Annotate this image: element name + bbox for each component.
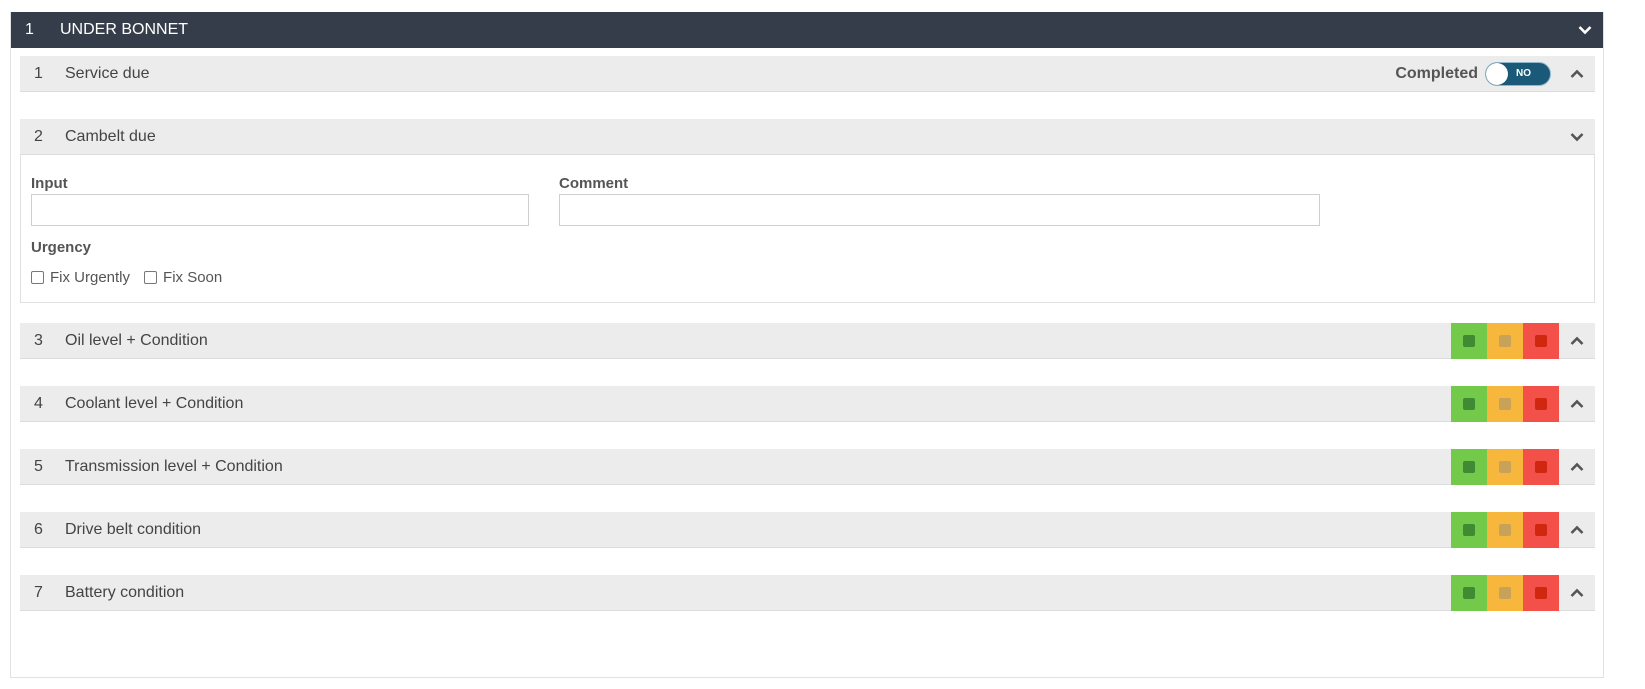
input-label: Input — [31, 175, 68, 192]
rag-status-buttons — [1451, 574, 1559, 611]
square-icon — [1535, 334, 1547, 347]
status-red-button[interactable] — [1523, 448, 1559, 485]
square-icon — [1499, 334, 1511, 347]
item-label: Battery condition — [65, 583, 185, 601]
status-amber-button[interactable] — [1487, 511, 1523, 548]
rag-status-buttons — [1451, 322, 1559, 359]
fix-urgently-checkbox[interactable] — [31, 271, 44, 284]
square-icon — [1463, 586, 1475, 599]
item-label: Cambelt due — [65, 127, 156, 145]
item-header[interactable]: 4 Coolant level + Condition — [20, 385, 1595, 422]
fix-soon-option[interactable]: Fix Soon — [144, 269, 222, 286]
chevron-up-icon[interactable] — [1559, 323, 1595, 359]
status-red-button[interactable] — [1523, 322, 1559, 359]
item-header[interactable]: 6 Drive belt condition — [20, 511, 1595, 548]
status-red-button[interactable] — [1523, 574, 1559, 611]
comment-field[interactable] — [559, 194, 1320, 226]
square-icon — [1463, 334, 1475, 347]
square-icon — [1499, 523, 1511, 536]
square-icon — [1463, 460, 1475, 473]
status-green-button[interactable] — [1451, 385, 1487, 422]
item-label: Drive belt condition — [65, 520, 202, 538]
item-label: Coolant level + Condition — [65, 394, 244, 412]
input-field[interactable] — [31, 194, 529, 226]
square-icon — [1499, 460, 1511, 473]
checklist-item-service-due: 1 Service due Completed NO — [20, 56, 1595, 92]
checklist-item-cambelt-due: 2 Cambelt due Input Comment Urgency Fix … — [20, 119, 1595, 303]
status-green-button[interactable] — [1451, 448, 1487, 485]
item-header[interactable]: 3 Oil level + Condition — [20, 322, 1595, 359]
item-number: 6 — [34, 520, 43, 538]
chevron-up-icon[interactable] — [1559, 512, 1595, 548]
chevron-up-icon[interactable] — [1559, 56, 1595, 92]
item-number: 5 — [34, 457, 43, 475]
chevron-down-icon[interactable] — [1567, 12, 1603, 48]
checklist-item-transmission-level: 5 Transmission level + Condition — [20, 448, 1595, 485]
item-header[interactable]: 7 Battery condition — [20, 574, 1595, 611]
item-header[interactable]: 1 Service due Completed NO — [20, 56, 1595, 92]
status-amber-button[interactable] — [1487, 574, 1523, 611]
chevron-up-icon[interactable] — [1559, 386, 1595, 422]
square-icon — [1463, 523, 1475, 536]
status-green-button[interactable] — [1451, 574, 1487, 611]
square-icon — [1535, 586, 1547, 599]
section-header[interactable]: 1 UNDER BONNET — [11, 12, 1603, 48]
comment-label: Comment — [559, 175, 629, 192]
chevron-up-icon[interactable] — [1559, 575, 1595, 611]
square-icon — [1499, 397, 1511, 410]
urgency-label: Urgency — [31, 239, 92, 256]
section-title: UNDER BONNET — [60, 21, 189, 38]
checklist-item-oil-level: 3 Oil level + Condition — [20, 322, 1595, 359]
fix-soon-label: Fix Soon — [163, 269, 223, 286]
checklist-item-coolant-level: 4 Coolant level + Condition — [20, 385, 1595, 422]
item-header[interactable]: 5 Transmission level + Condition — [20, 448, 1595, 485]
status-amber-button[interactable] — [1487, 385, 1523, 422]
square-icon — [1535, 397, 1547, 410]
square-icon — [1535, 460, 1547, 473]
item-label: Transmission level + Condition — [65, 457, 283, 475]
item-label: Service due — [65, 64, 150, 82]
fix-urgently-label: Fix Urgently — [50, 269, 131, 286]
toggle-text: NO — [1516, 68, 1531, 79]
square-icon — [1463, 397, 1475, 410]
checklist-item-drive-belt: 6 Drive belt condition — [20, 511, 1595, 548]
chevron-up-icon[interactable] — [1559, 449, 1595, 485]
status-red-button[interactable] — [1523, 385, 1559, 422]
fix-urgently-option[interactable]: Fix Urgently — [31, 269, 130, 286]
status-amber-button[interactable] — [1487, 322, 1523, 359]
fix-soon-checkbox[interactable] — [144, 271, 158, 284]
checklist-item-battery: 7 Battery condition — [20, 574, 1595, 611]
chevron-down-icon[interactable] — [1559, 119, 1595, 155]
under-bonnet-panel: 1 UNDER BONNET 1 Service due Completed N… — [10, 12, 1604, 678]
square-icon — [1535, 523, 1547, 536]
item-label: Oil level + Condition — [65, 331, 208, 349]
item-header[interactable]: 2 Cambelt due — [20, 119, 1595, 155]
section-number: 1 — [25, 21, 34, 38]
status-amber-button[interactable] — [1487, 448, 1523, 485]
item-number: 3 — [34, 331, 43, 349]
item-number: 2 — [34, 127, 43, 145]
item-number: 1 — [34, 64, 43, 82]
item-details: Input Comment Urgency Fix Urgently Fix S… — [20, 155, 1595, 303]
rag-status-buttons — [1451, 385, 1559, 422]
completed-label: Completed — [1395, 64, 1478, 82]
square-icon — [1499, 586, 1511, 599]
toggle-knob — [1486, 62, 1508, 85]
status-green-button[interactable] — [1451, 511, 1487, 548]
status-green-button[interactable] — [1451, 322, 1487, 359]
status-red-button[interactable] — [1523, 511, 1559, 548]
rag-status-buttons — [1451, 511, 1559, 548]
completed-toggle[interactable]: NO — [1485, 61, 1551, 86]
rag-status-buttons — [1451, 448, 1559, 485]
item-number: 7 — [34, 583, 43, 601]
urgency-options: Fix Urgently Fix Soon — [31, 269, 236, 286]
item-number: 4 — [34, 394, 43, 412]
